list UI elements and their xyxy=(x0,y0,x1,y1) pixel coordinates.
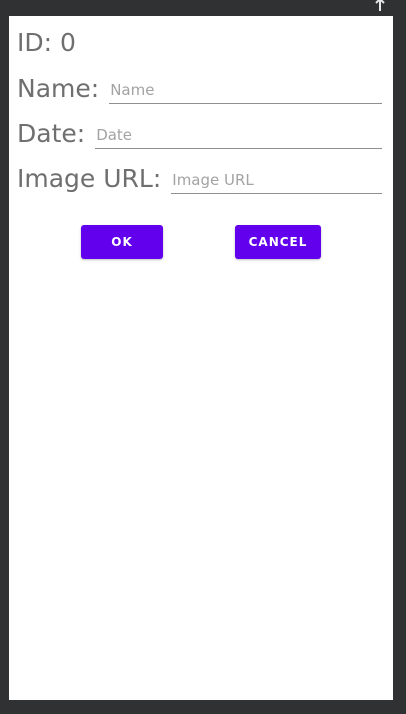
image-url-field xyxy=(171,167,382,194)
notification-icon xyxy=(374,0,386,11)
dialog: ID: 0 Name: Date: Image URL: OK CANCEL xyxy=(9,16,393,700)
id-row: ID: 0 xyxy=(17,28,382,58)
image-url-label: Image URL: xyxy=(17,164,162,193)
name-field xyxy=(109,77,382,104)
image-url-row: Image URL: xyxy=(17,164,382,194)
name-row: Name: xyxy=(17,74,382,104)
cancel-button[interactable]: CANCEL xyxy=(235,225,321,259)
date-label: Date: xyxy=(17,119,86,148)
date-field xyxy=(95,122,382,149)
image-url-input[interactable] xyxy=(171,170,382,190)
button-row: OK CANCEL xyxy=(9,225,393,259)
date-row: Date: xyxy=(17,119,382,149)
name-label: Name: xyxy=(17,74,100,103)
date-input[interactable] xyxy=(95,125,382,145)
ok-button[interactable]: OK xyxy=(81,225,163,259)
name-input[interactable] xyxy=(109,80,382,100)
id-label: ID: 0 xyxy=(17,28,76,57)
